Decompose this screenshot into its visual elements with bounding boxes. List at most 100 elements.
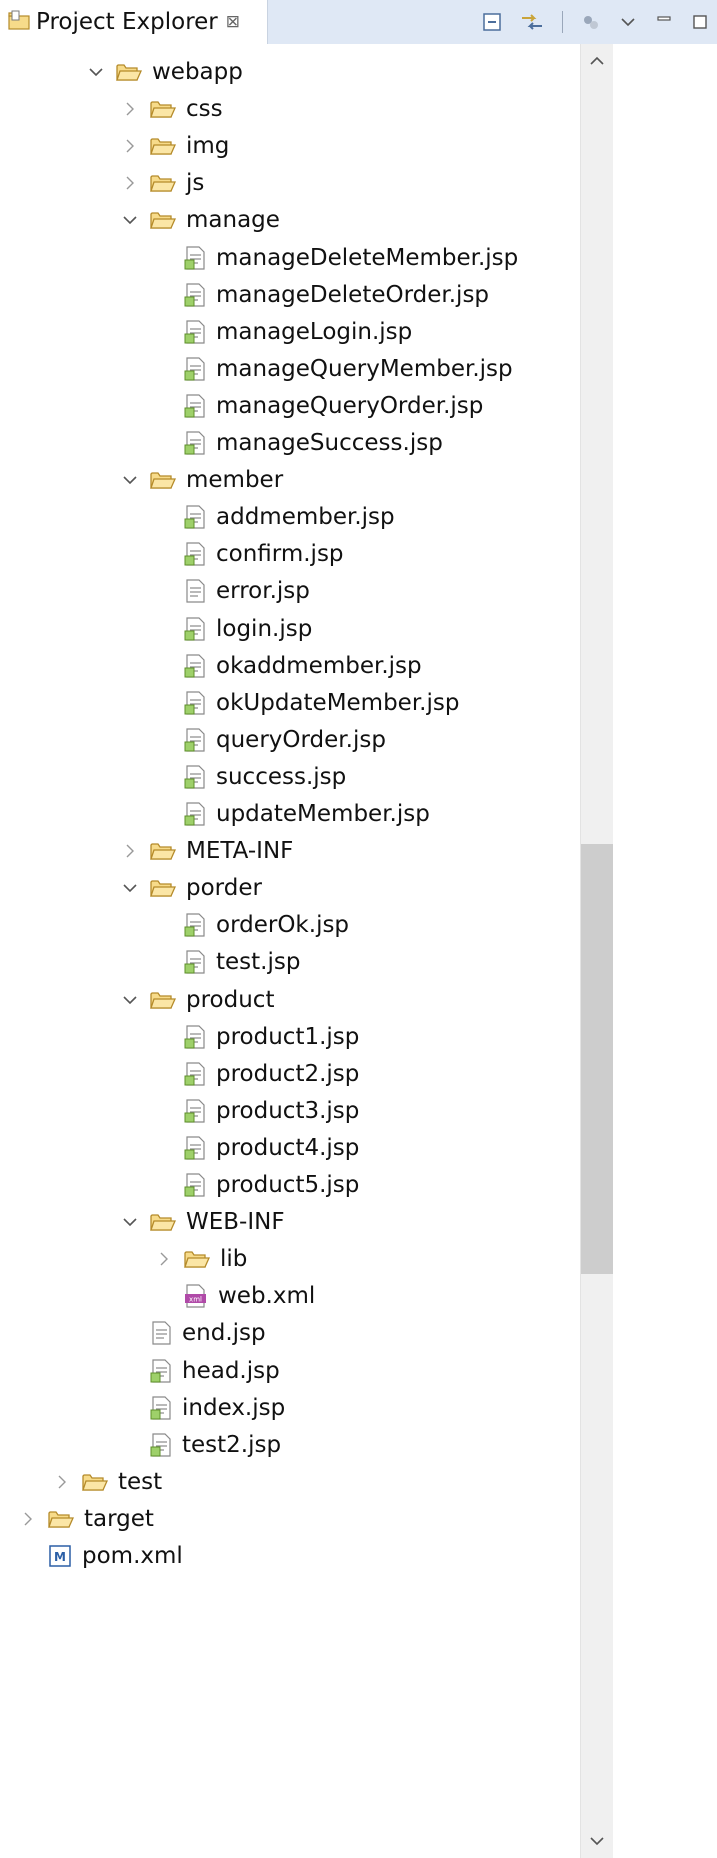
tree-item-label: index.jsp	[182, 1394, 286, 1421]
jsp-file-icon	[184, 913, 206, 937]
tree-file-item[interactable]: product4.jsp	[150, 1130, 359, 1166]
tree-file-item[interactable]: xml web.xml	[150, 1278, 315, 1314]
collapse-chevron-icon[interactable]	[116, 101, 144, 117]
tree-item-label: product	[186, 986, 275, 1013]
tree-file-item[interactable]: product1.jsp	[150, 1019, 359, 1055]
collapse-chevron-icon[interactable]	[116, 843, 144, 859]
tree-file-item[interactable]: okUpdateMember.jsp	[150, 685, 459, 721]
scrollbar-thumb[interactable]	[581, 844, 613, 1274]
tree-file-item[interactable]: orderOk.jsp	[150, 907, 349, 943]
link-with-editor-icon[interactable]	[520, 12, 544, 32]
view-title: Project Explorer	[36, 9, 218, 35]
jsp-file-icon	[184, 950, 206, 974]
tree-file-item[interactable]: okaddmember.jsp	[150, 648, 422, 684]
tree-file-item[interactable]: manageDeleteMember.jsp	[150, 240, 518, 276]
project-explorer-tab[interactable]: Project Explorer ⊠	[0, 0, 268, 44]
tree-folder-item[interactable]: lib	[150, 1241, 247, 1277]
tree-file-item[interactable]: confirm.jsp	[150, 536, 344, 572]
expand-chevron-icon[interactable]	[116, 474, 144, 486]
tree-file-item[interactable]: product2.jsp	[150, 1056, 359, 1092]
expand-chevron-icon[interactable]	[116, 882, 144, 894]
tree-item-label: product2.jsp	[216, 1060, 360, 1087]
folder-icon	[150, 172, 176, 194]
close-view-icon[interactable]: ⊠	[226, 12, 240, 32]
tree-file-item[interactable]: manageQueryMember.jsp	[150, 351, 513, 387]
expand-chevron-icon[interactable]	[116, 994, 144, 1006]
tree-folder-item[interactable]: META-INF	[116, 833, 293, 869]
collapse-chevron-icon[interactable]	[116, 175, 144, 191]
tree-folder-item[interactable]: js	[116, 165, 204, 201]
tree-file-item[interactable]: test2.jsp	[116, 1427, 281, 1463]
minimize-icon[interactable]	[655, 13, 673, 31]
tree-file-item[interactable]: head.jsp	[116, 1353, 280, 1389]
jsp-file-icon	[184, 431, 206, 455]
tree-file-item[interactable]: manageDeleteOrder.jsp	[150, 277, 489, 313]
collapse-chevron-icon[interactable]	[48, 1474, 76, 1490]
tree-item-label: member	[186, 467, 284, 494]
view-header: Project Explorer ⊠	[0, 0, 717, 44]
tree-file-item[interactable]: index.jsp	[116, 1390, 285, 1426]
tree-file-item[interactable]: product3.jsp	[150, 1093, 359, 1129]
tree-file-item[interactable]: addmember.jsp	[150, 499, 395, 535]
scroll-down-arrow-icon[interactable]	[581, 1824, 613, 1858]
tree-file-item[interactable]: login.jsp	[150, 611, 312, 647]
tree-folder-item[interactable]: WEB-INF	[116, 1204, 285, 1240]
tree-folder-item[interactable]: porder	[116, 870, 262, 906]
filters-icon[interactable]	[581, 12, 601, 32]
view-menu-icon[interactable]	[619, 13, 637, 31]
tree-file-item[interactable]: error.jsp	[150, 573, 310, 609]
tree-file-item[interactable]: success.jsp	[150, 759, 346, 795]
tree-folder-item[interactable]: css	[116, 91, 223, 127]
tree-file-item[interactable]: product5.jsp	[150, 1167, 359, 1203]
tree-item-label: img	[186, 133, 230, 160]
view-toolbar	[268, 0, 717, 44]
tree-file-item[interactable]: manageLogin.jsp	[150, 314, 412, 350]
jsp-file-icon	[184, 802, 206, 826]
xml-file-icon: xml	[184, 1284, 208, 1308]
jsp-file-icon	[184, 765, 206, 789]
expand-chevron-icon[interactable]	[116, 214, 144, 226]
tree-folder-item[interactable]: img	[116, 128, 229, 164]
tree-folder-item[interactable]: target	[14, 1501, 154, 1537]
collapse-all-icon[interactable]	[482, 12, 502, 32]
tree-folder-item[interactable]: member	[116, 462, 283, 498]
collapse-chevron-icon[interactable]	[150, 1251, 178, 1267]
tree-file-item[interactable]: queryOrder.jsp	[150, 722, 386, 758]
tree-item-label: manageQueryMember.jsp	[216, 355, 513, 382]
tree-file-item[interactable]: test.jsp	[150, 944, 300, 980]
folder-icon	[116, 61, 142, 83]
tree-folder-item[interactable]: product	[116, 982, 274, 1018]
expand-chevron-icon[interactable]	[116, 1216, 144, 1228]
tree-item-label: pom.xml	[82, 1543, 183, 1569]
collapse-chevron-icon[interactable]	[14, 1511, 42, 1527]
folder-icon	[150, 989, 176, 1011]
scroll-up-arrow-icon[interactable]	[581, 44, 613, 78]
jsp-file-icon	[150, 1358, 172, 1383]
maven-pom-icon: M	[48, 1544, 72, 1568]
tree-file-item[interactable]: end.jsp	[116, 1315, 266, 1351]
collapse-chevron-icon[interactable]	[116, 138, 144, 154]
tree-item-label: manageLogin.jsp	[216, 318, 413, 345]
tree-file-item[interactable]: manageQueryOrder.jsp	[150, 388, 483, 424]
jsp-file-icon	[184, 1099, 206, 1123]
vertical-scrollbar[interactable]	[580, 44, 717, 1858]
svg-text:M: M	[54, 1550, 66, 1564]
jsp-file-icon	[184, 691, 206, 715]
tree-item-label: manage	[186, 207, 280, 234]
tree-item-label: okaddmember.jsp	[216, 652, 422, 679]
tree-file-item[interactable]: Mpom.xml	[14, 1538, 183, 1574]
tree-folder-item[interactable]: manage	[116, 202, 280, 238]
tree-folder-item[interactable]: test	[48, 1464, 162, 1500]
tree-file-item[interactable]: updateMember.jsp	[150, 796, 430, 832]
tree-item-label: orderOk.jsp	[216, 912, 350, 939]
tree-item-label: success.jsp	[216, 763, 347, 790]
jsp-file-icon	[184, 1136, 206, 1160]
tree-item-label: okUpdateMember.jsp	[216, 689, 460, 716]
tree-file-item[interactable]: manageSuccess.jsp	[150, 425, 443, 461]
maximize-icon[interactable]	[691, 13, 709, 31]
tree-item-label: web.xml	[218, 1283, 316, 1310]
tree-item-label: manageSuccess.jsp	[216, 430, 443, 456]
jsp-file-icon	[184, 282, 206, 307]
expand-chevron-icon[interactable]	[82, 66, 110, 78]
tree-folder-item[interactable]: webapp	[82, 54, 243, 90]
